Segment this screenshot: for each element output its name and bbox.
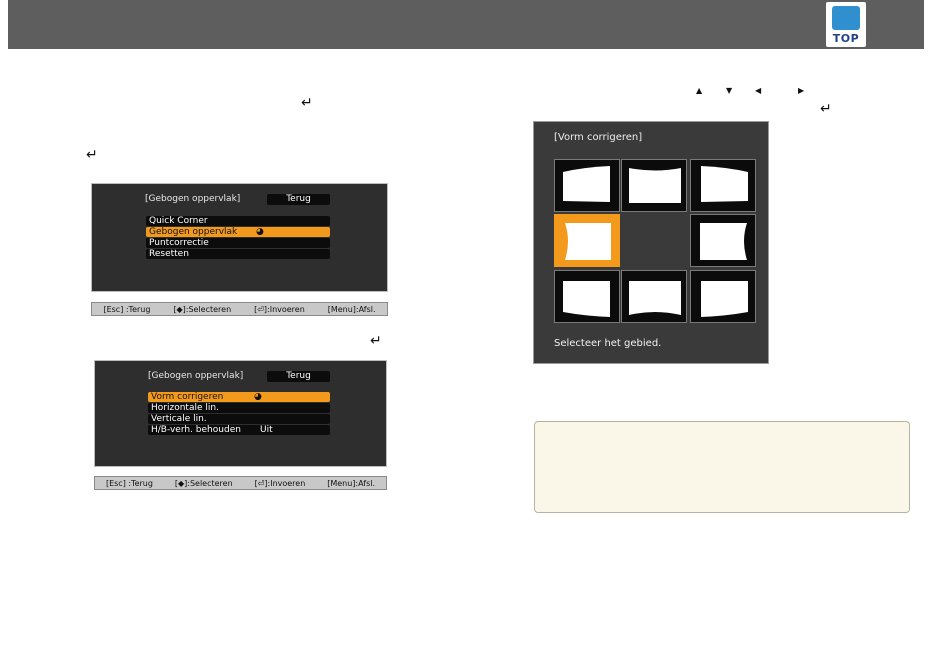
curve-shape-icon bbox=[629, 168, 681, 203]
status-text: Selecteer het gebied. bbox=[554, 338, 662, 349]
top-label: TOP bbox=[832, 32, 860, 45]
header-bar bbox=[8, 0, 924, 49]
return-icon: ↵ bbox=[86, 147, 98, 163]
menu-item-point-correction[interactable]: Puntcorrectie bbox=[146, 238, 330, 248]
back-button[interactable]: Terug bbox=[267, 371, 330, 382]
hint-menu: [Menu]:Afsl. bbox=[327, 304, 376, 314]
area-center bbox=[621, 214, 687, 267]
menu-item-curved-surface[interactable]: Gebogen oppervlak ◕ bbox=[146, 227, 330, 237]
curve-shape-icon bbox=[701, 281, 748, 317]
menu-item-horizontal-lines[interactable]: Horizontale lin. bbox=[148, 403, 330, 413]
arrow-up-icon: ▲ bbox=[696, 86, 703, 95]
area-middle-left[interactable] bbox=[554, 214, 620, 267]
return-icon: ↵ bbox=[301, 95, 313, 111]
hint-enter: [⏎]:Invoeren bbox=[254, 304, 305, 314]
menu-item-shape-correction[interactable]: Vorm corrigeren ◕ bbox=[148, 392, 330, 402]
note-box bbox=[534, 421, 910, 513]
curve-shape-icon bbox=[563, 281, 610, 317]
return-icon: ↵ bbox=[370, 333, 382, 349]
area-top-right[interactable] bbox=[690, 159, 756, 212]
area-bottom-center[interactable] bbox=[621, 270, 687, 323]
shape-correction-screen: [Vorm corrigeren] Selecteer het gebied. bbox=[533, 121, 769, 364]
home-icon bbox=[832, 6, 860, 30]
menu-title: [Gebogen oppervlak] bbox=[148, 371, 244, 381]
area-top-left[interactable] bbox=[554, 159, 620, 212]
curve-shape-icon bbox=[700, 223, 747, 260]
area-bottom-left[interactable] bbox=[554, 270, 620, 323]
curve-shape-icon bbox=[563, 166, 610, 202]
hint-select: [◆]:Selecteren bbox=[173, 304, 232, 314]
area-bottom-right[interactable] bbox=[690, 270, 756, 323]
shape-screen-title: [Vorm corrigeren] bbox=[554, 132, 643, 143]
enter-icon: ◕ bbox=[256, 227, 264, 237]
arrow-right-icon: ▶ bbox=[798, 86, 805, 95]
curve-shape-icon bbox=[629, 281, 681, 315]
enter-icon: ◕ bbox=[254, 392, 262, 402]
menu1-hint-bar: [Esc] :Terug [◆]:Selecteren [⏎]:Invoeren… bbox=[91, 302, 388, 316]
menu-item-label: Gebogen oppervlak bbox=[149, 227, 238, 237]
hint-select: [◆]:Selecteren bbox=[174, 478, 233, 488]
menu-title: [Gebogen oppervlak] bbox=[145, 194, 241, 204]
menu-item-quick-corner[interactable]: Quick Corner bbox=[146, 216, 330, 226]
menu-item-value: Uit bbox=[260, 425, 273, 435]
hint-esc: [Esc] :Terug bbox=[103, 304, 151, 314]
area-top-center[interactable] bbox=[621, 159, 687, 212]
menu2-hint-bar: [Esc] :Terug [◆]:Selecteren [⏎]:Invoeren… bbox=[94, 476, 387, 490]
menu-item-keep-aspect[interactable]: H/B-verh. behouden Uit bbox=[148, 425, 330, 435]
back-button[interactable]: Terug bbox=[267, 194, 330, 205]
curved-surface-submenu: [Gebogen oppervlak] Terug Vorm corrigere… bbox=[94, 360, 387, 467]
arrow-down-icon: ▼ bbox=[726, 86, 733, 95]
curve-shape-icon bbox=[565, 223, 611, 260]
arrow-left-icon: ◀ bbox=[755, 86, 762, 95]
return-icon: ↵ bbox=[820, 101, 832, 117]
hint-menu: [Menu]:Afsl. bbox=[327, 478, 376, 488]
menu-item-vertical-lines[interactable]: Verticale lin. bbox=[148, 414, 330, 424]
menu-item-label: H/B-verh. behouden bbox=[151, 425, 241, 435]
curve-shape-icon bbox=[701, 166, 748, 202]
menu-item-reset[interactable]: Resetten bbox=[146, 249, 330, 259]
hint-enter: [⏎]:Invoeren bbox=[254, 478, 306, 488]
top-button[interactable]: TOP bbox=[826, 2, 866, 47]
area-middle-right[interactable] bbox=[690, 214, 756, 267]
menu-item-label: Vorm corrigeren bbox=[151, 392, 224, 402]
hint-esc: [Esc] :Terug bbox=[105, 478, 153, 488]
curved-surface-menu: [Gebogen oppervlak] Terug Quick Corner G… bbox=[91, 183, 388, 292]
